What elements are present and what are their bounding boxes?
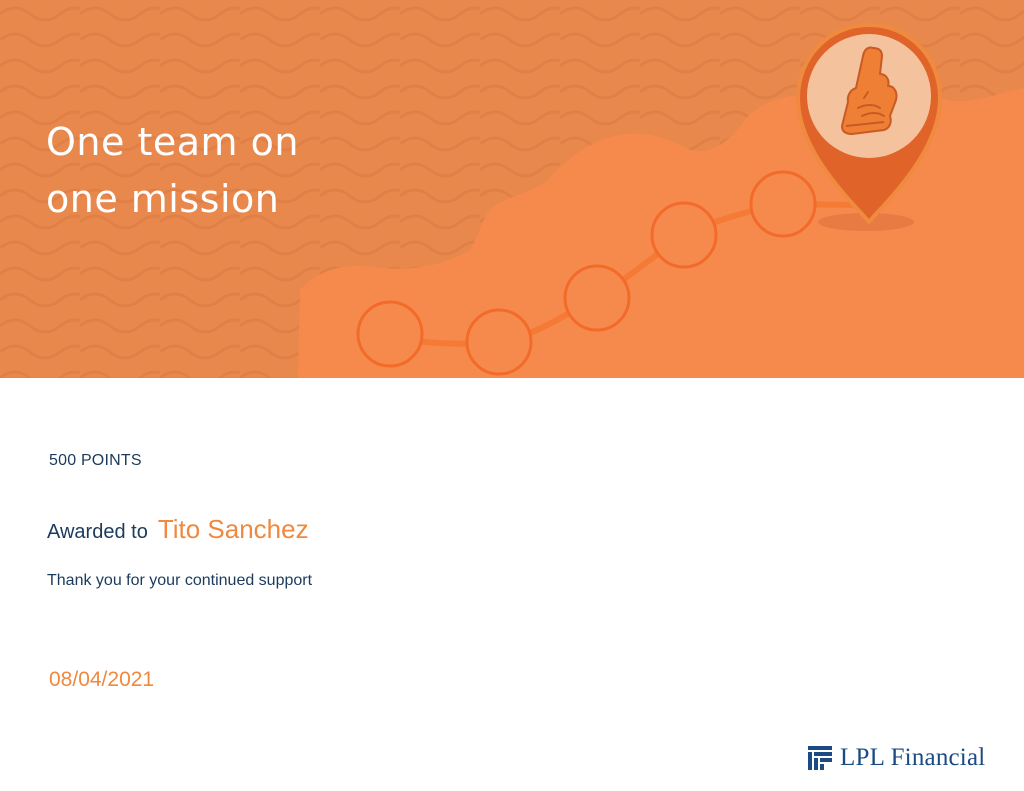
brand-logo: LPL Financial <box>808 744 985 772</box>
milestone-4 <box>650 201 718 269</box>
recipient-name: Tito Sanchez <box>157 514 309 544</box>
hero-banner: One team on one mission <box>0 0 1024 378</box>
awarded-label: Awarded to <box>47 521 148 543</box>
milestone-2 <box>465 308 533 376</box>
headline: One team on one mission <box>46 114 299 228</box>
brand-name: LPL Financial <box>840 744 986 771</box>
headline-line-1: One team on <box>46 120 299 164</box>
points-label: 500 POINTS <box>49 452 142 469</box>
milestone-1 <box>356 300 424 368</box>
award-date: 08/04/2021 <box>49 668 155 691</box>
thank-you-message: Thank you for your continued support <box>47 572 313 589</box>
milestone-5 <box>749 170 817 238</box>
lpl-logo-mark-icon <box>808 746 832 770</box>
headline-line-2: one mission <box>46 177 280 221</box>
awarded-row: Awarded to Tito Sanchez <box>47 514 309 545</box>
milestone-3 <box>563 264 631 332</box>
